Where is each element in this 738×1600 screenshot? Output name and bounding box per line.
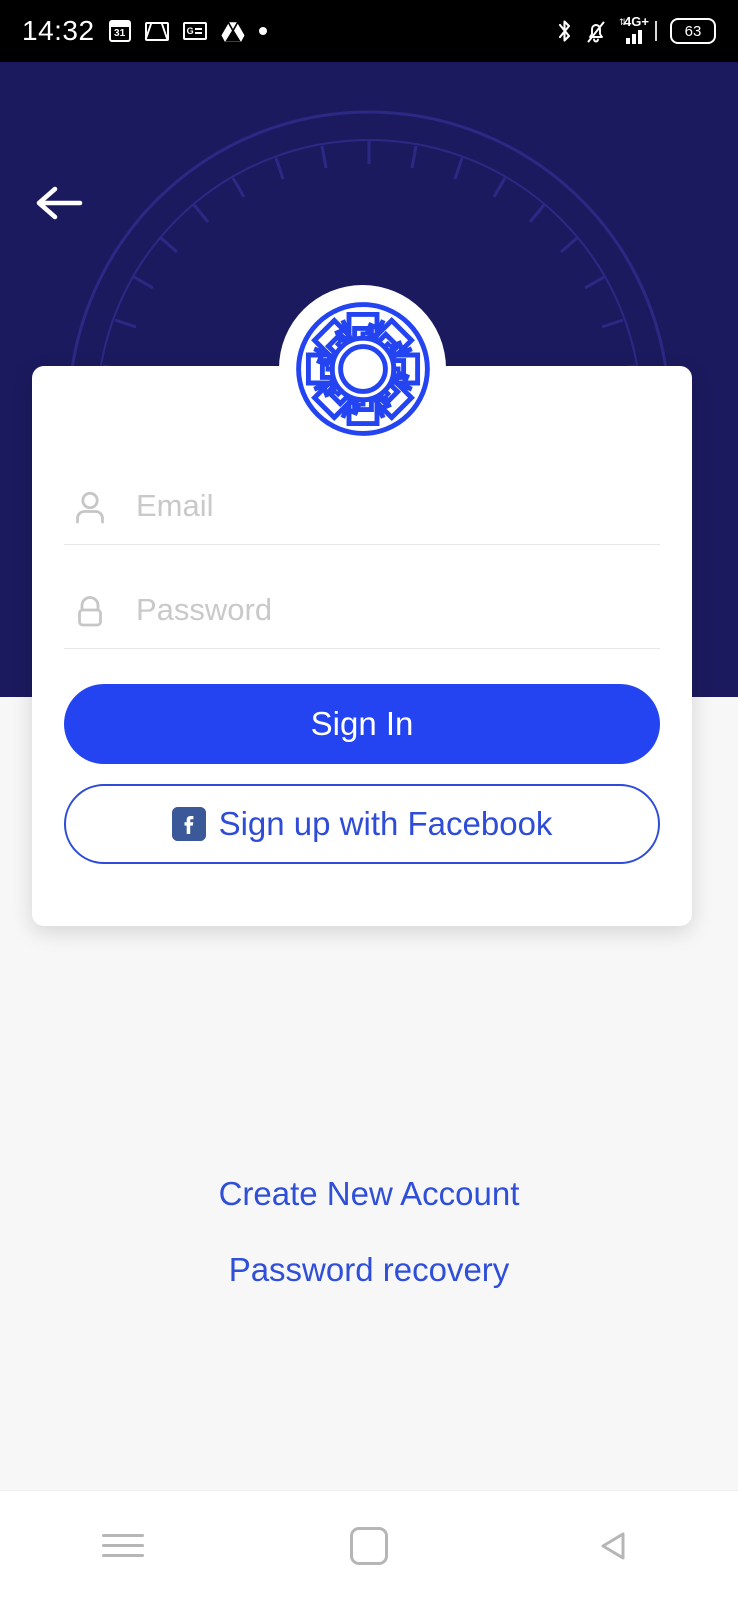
signal-icon: ⇅ 4G+ <box>619 15 649 44</box>
person-icon <box>64 488 136 528</box>
app-logo-badge <box>279 285 446 452</box>
password-recovery-link[interactable]: Password recovery <box>229 1251 510 1289</box>
signal-bars-icon <box>626 30 642 44</box>
greek-meander-wheel-logo-icon <box>295 301 430 436</box>
recents-button[interactable] <box>68 1506 178 1586</box>
news-g-label: G <box>186 26 194 36</box>
form-fields <box>64 471 660 649</box>
sign-in-button[interactable]: Sign In <box>64 684 660 764</box>
gmail-icon <box>144 21 169 41</box>
facebook-icon <box>171 807 206 841</box>
password-field-row <box>64 575 660 649</box>
google-drive-icon <box>221 21 245 42</box>
phone-screen: 14:32 31 G ⇅ 4G+ 63 Email Sign In Sign u… <box>0 0 738 1600</box>
password-input[interactable] <box>136 591 660 632</box>
battery-level-label: 63 <box>684 22 702 40</box>
home-icon <box>350 1526 388 1565</box>
home-button[interactable] <box>314 1506 424 1586</box>
status-bar-left: 14:32 31 G <box>22 15 267 47</box>
footer-links: Create New Account Password recovery <box>0 1175 738 1289</box>
network-type-label: 4G+ <box>624 14 649 29</box>
status-bar-clock: 14:32 <box>22 15 95 46</box>
back-triangle-icon <box>601 1532 625 1559</box>
recents-icon <box>102 1527 144 1564</box>
status-bar: 14:32 31 G ⇅ 4G+ 63 <box>0 0 738 62</box>
facebook-button-label: Sign up with Facebook <box>218 805 553 842</box>
signal-divider <box>655 21 657 41</box>
back-button[interactable] <box>30 174 88 232</box>
email-field-row <box>64 471 660 545</box>
bluetooth-icon <box>556 19 573 43</box>
calendar-day-label: 31 <box>114 28 126 39</box>
battery-icon: 63 <box>670 18 716 44</box>
nav-back-button[interactable] <box>560 1506 670 1586</box>
dot-icon <box>258 27 267 35</box>
email-input[interactable] <box>136 487 660 528</box>
back-arrow-icon <box>36 186 83 220</box>
android-nav-bar <box>0 1490 738 1600</box>
notifications-muted-icon <box>586 20 606 43</box>
google-news-icon: G <box>182 22 207 40</box>
create-new-account-link[interactable]: Create New Account <box>219 1175 520 1213</box>
calendar-icon: 31 <box>108 20 131 42</box>
lock-icon <box>64 592 136 632</box>
status-bar-right: ⇅ 4G+ 63 <box>556 15 716 44</box>
sign-up-with-facebook-button[interactable]: Sign up with Facebook <box>64 784 660 864</box>
